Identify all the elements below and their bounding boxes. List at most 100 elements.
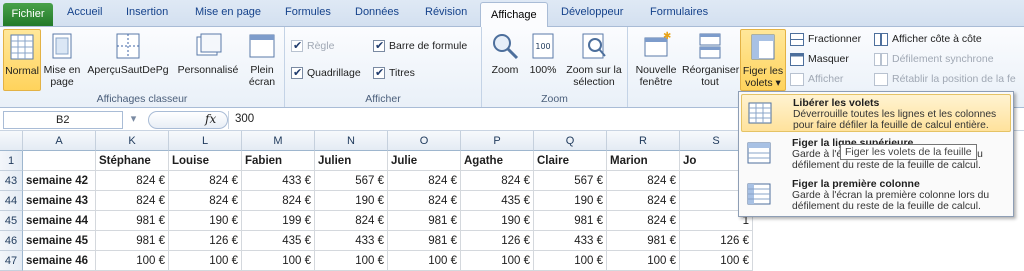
cell-l47[interactable]: 100 € — [169, 251, 242, 271]
cell-r1[interactable]: Marion — [607, 151, 680, 171]
zoom-button[interactable]: Zoom — [488, 29, 522, 76]
cell-o44[interactable]: 824 € — [388, 191, 461, 211]
cell-k45[interactable]: 981 € — [96, 211, 169, 231]
cell-p44[interactable]: 435 € — [461, 191, 534, 211]
cell-q45[interactable]: 981 € — [534, 211, 607, 231]
cell-k1[interactable]: Stéphane — [96, 151, 169, 171]
cell-q46[interactable]: 433 € — [534, 231, 607, 251]
cell-o47[interactable]: 100 € — [388, 251, 461, 271]
headings-checkbox[interactable]: Titres — [373, 65, 415, 81]
cell-k44[interactable]: 824 € — [96, 191, 169, 211]
unfreeze-panes-item[interactable]: Libérer les volets Déverrouille toutes l… — [741, 94, 1011, 132]
column-header-q[interactable]: Q — [534, 131, 607, 151]
cell-a45[interactable]: semaine 44 — [23, 211, 96, 231]
cell-l43[interactable]: 824 € — [169, 171, 242, 191]
cell-m46[interactable]: 435 € — [242, 231, 315, 251]
cell-o43[interactable]: 824 € — [388, 171, 461, 191]
normal-view-button[interactable]: Normal — [3, 29, 41, 91]
cell-l44[interactable]: 824 € — [169, 191, 242, 211]
row-header-44[interactable]: 44 — [0, 191, 23, 211]
cell-n45[interactable]: 824 € — [315, 211, 388, 231]
cell-m44[interactable]: 824 € — [242, 191, 315, 211]
row-header-1[interactable]: 1 — [0, 151, 23, 171]
reset-position-button[interactable]: Rétablir la position de la fe — [874, 71, 1016, 87]
column-header-o[interactable]: O — [388, 131, 461, 151]
arrange-all-button[interactable]: Réorganiser tout — [682, 29, 739, 88]
cell-q43[interactable]: 567 € — [534, 171, 607, 191]
cell-a44[interactable]: semaine 43 — [23, 191, 96, 211]
custom-views-button[interactable]: Personnalisé — [175, 29, 241, 76]
formula-bar-checkbox[interactable]: Barre de formule — [373, 38, 467, 54]
cell-m1[interactable]: Fabien — [242, 151, 315, 171]
side-by-side-button[interactable]: Afficher côte à côte — [874, 31, 982, 47]
tab-page-layout[interactable]: Mise en page — [195, 6, 261, 18]
cell-r47[interactable]: 100 € — [607, 251, 680, 271]
cell-p1[interactable]: Agathe — [461, 151, 534, 171]
cell-n43[interactable]: 567 € — [315, 171, 388, 191]
cell-l45[interactable]: 190 € — [169, 211, 242, 231]
row-header-45[interactable]: 45 — [0, 211, 23, 231]
cell-q1[interactable]: Claire — [534, 151, 607, 171]
cell-m45[interactable]: 199 € — [242, 211, 315, 231]
cell-o46[interactable]: 981 € — [388, 231, 461, 251]
tab-home[interactable]: Accueil — [67, 6, 102, 18]
column-header-m[interactable]: M — [242, 131, 315, 151]
select-all-corner[interactable] — [0, 131, 23, 151]
tab-formulas[interactable]: Formules — [285, 6, 331, 18]
sync-scroll-button[interactable]: Défilement synchrone — [874, 51, 994, 67]
cell-p45[interactable]: 190 € — [461, 211, 534, 231]
cell-r45[interactable]: 824 € — [607, 211, 680, 231]
tab-data[interactable]: Données — [355, 6, 399, 18]
cell-k43[interactable]: 824 € — [96, 171, 169, 191]
tab-file[interactable]: Fichier — [3, 3, 53, 26]
cell-k47[interactable]: 100 € — [96, 251, 169, 271]
page-break-preview-button[interactable]: AperçuSautDePg — [84, 29, 172, 76]
row-header-46[interactable]: 46 — [0, 231, 23, 251]
tab-view[interactable]: Affichage — [480, 2, 548, 28]
cell-r46[interactable]: 981 € — [607, 231, 680, 251]
row-header-47[interactable]: 47 — [0, 251, 23, 271]
column-header-n[interactable]: N — [315, 131, 388, 151]
cell-p43[interactable]: 824 € — [461, 171, 534, 191]
tab-review[interactable]: Révision — [425, 6, 467, 18]
zoom-selection-button[interactable]: Zoom sur la sélection — [564, 29, 624, 88]
tab-forms[interactable]: Formulaires — [650, 6, 708, 18]
new-window-button[interactable]: ✱ Nouvelle fenêtre — [632, 29, 680, 88]
column-header-p[interactable]: P — [461, 131, 534, 151]
split-button[interactable]: Fractionner — [790, 31, 861, 47]
gridlines-checkbox[interactable]: Quadrillage — [291, 65, 361, 81]
cell-r44[interactable]: 824 € — [607, 191, 680, 211]
cell-a46[interactable]: semaine 45 — [23, 231, 96, 251]
cell-p46[interactable]: 126 € — [461, 231, 534, 251]
cell-a1[interactable] — [23, 151, 96, 171]
cell-l1[interactable]: Louise — [169, 151, 242, 171]
column-header-k[interactable]: K — [96, 131, 169, 151]
name-box[interactable]: B2 — [3, 111, 123, 129]
cell-a43[interactable]: semaine 42 — [23, 171, 96, 191]
page-layout-view-button[interactable]: Mise en page — [43, 29, 81, 88]
cell-n46[interactable]: 433 € — [315, 231, 388, 251]
cell-n47[interactable]: 100 € — [315, 251, 388, 271]
cell-s46[interactable]: 126 € — [680, 231, 753, 251]
full-screen-button[interactable]: Plein écran — [243, 29, 281, 88]
cell-m47[interactable]: 100 € — [242, 251, 315, 271]
ruler-checkbox[interactable]: Règle — [291, 38, 334, 54]
cell-n44[interactable]: 190 € — [315, 191, 388, 211]
column-header-r[interactable]: R — [607, 131, 680, 151]
cell-a47[interactable]: semaine 46 — [23, 251, 96, 271]
column-header-a[interactable]: A — [23, 131, 96, 151]
cell-o1[interactable]: Julie — [388, 151, 461, 171]
cell-s47[interactable]: 100 € — [680, 251, 753, 271]
column-header-l[interactable]: L — [169, 131, 242, 151]
cell-o45[interactable]: 981 € — [388, 211, 461, 231]
name-box-dropdown-icon[interactable]: ▾ — [127, 111, 140, 129]
cell-l46[interactable]: 126 € — [169, 231, 242, 251]
cell-k46[interactable]: 981 € — [96, 231, 169, 251]
fx-icon[interactable]: fx — [205, 112, 216, 126]
cell-q47[interactable]: 100 € — [534, 251, 607, 271]
cell-n1[interactable]: Julien — [315, 151, 388, 171]
freeze-panes-button[interactable]: Figer les volets ▾ — [740, 29, 786, 91]
freeze-first-column-item[interactable]: Figer la première colonne Garde à l'écra… — [741, 176, 1011, 214]
tab-developer[interactable]: Développeur — [561, 6, 623, 18]
zoom-100-button[interactable]: 100 100% — [526, 29, 560, 76]
